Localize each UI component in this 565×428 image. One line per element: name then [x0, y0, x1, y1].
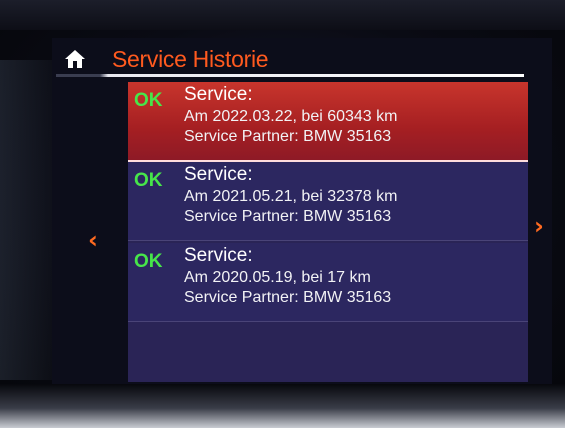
entry-partner: Service Partner: BMW 35163: [184, 289, 392, 306]
list-item[interactable]: OK Service: Am 2021.05.21, bei 32378 km …: [128, 162, 528, 241]
entry-partner: Service Partner: BMW 35163: [184, 208, 392, 225]
dashboard-bezel-bottom: [0, 384, 565, 428]
status-badge: OK: [134, 170, 163, 191]
photo-frame: Service Historie ‹ › OK Service: Am 2022…: [0, 0, 565, 428]
entry-date-km: Am 2020.05.19, bei 17 km: [184, 269, 371, 286]
chevron-left-icon[interactable]: ‹: [88, 226, 98, 254]
entry-date-km: Am 2022.03.22, bei 60343 km: [184, 108, 398, 125]
status-badge: OK: [134, 90, 163, 111]
entry-title: Service:: [184, 164, 253, 185]
title-divider: [56, 74, 524, 77]
dashboard-bezel-top: [0, 0, 565, 30]
entry-partner: Service Partner: BMW 35163: [184, 128, 392, 145]
home-icon[interactable]: [64, 48, 86, 70]
list-item[interactable]: OK Service: Am 2022.03.22, bei 60343 km …: [128, 82, 528, 162]
infotainment-screen: Service Historie ‹ › OK Service: Am 2022…: [52, 38, 552, 388]
entry-title: Service:: [184, 84, 253, 105]
status-badge: OK: [134, 251, 163, 272]
list-item[interactable]: OK Service: Am 2020.05.19, bei 17 km Ser…: [128, 243, 528, 322]
entry-date-km: Am 2021.05.21, bei 32378 km: [184, 188, 398, 205]
entry-title: Service:: [184, 245, 253, 266]
service-history-list: OK Service: Am 2022.03.22, bei 60343 km …: [128, 82, 528, 382]
page-title: Service Historie: [112, 46, 269, 72]
chevron-right-icon[interactable]: ›: [534, 212, 544, 240]
